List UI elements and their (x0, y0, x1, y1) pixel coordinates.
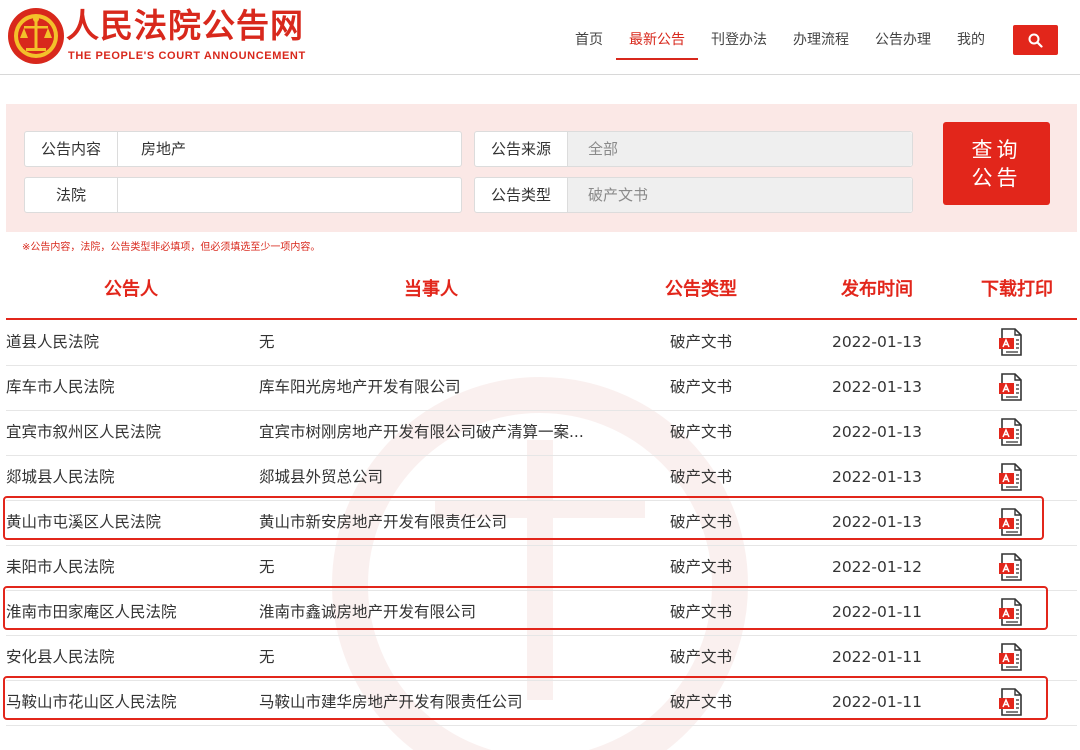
court-input[interactable] (141, 178, 453, 212)
row-type: 破产文书 (669, 693, 732, 711)
nav-mine[interactable]: 我的 (944, 0, 998, 74)
pdf-icon[interactable] (998, 508, 1024, 536)
row-court[interactable]: 淮南市田家庵区人民法院 (6, 590, 246, 635)
row-party[interactable]: 无 (259, 320, 609, 365)
row-party[interactable]: 马鞍山市建华房地产开发有限责任公司 (259, 680, 609, 725)
table-row[interactable]: 库车市人民法院 库车阳光房地产开发有限公司 破产文书 2022-01-13 (6, 365, 1077, 411)
table-row[interactable]: 郯城县人民法院 郯城县外贸总公司 破产文书 2022-01-13 (6, 455, 1077, 501)
table-row[interactable]: 耒阳市人民法院无 破产文书 2022-01-12 (6, 545, 1077, 591)
col-date: 发布时间 (841, 279, 913, 300)
pdf-icon[interactable] (998, 463, 1024, 491)
pdf-icon[interactable] (998, 373, 1024, 401)
content-label: 公告内容 (25, 132, 118, 166)
row-date: 2022-01-12 (831, 558, 923, 576)
row-type: 破产文书 (669, 558, 732, 576)
type-field: 公告类型 破产文书 (474, 177, 913, 213)
pdf-icon[interactable] (998, 643, 1024, 671)
row-date: 2022-01-13 (831, 378, 923, 396)
source-select[interactable]: 全部 (568, 132, 912, 166)
row-court[interactable]: 宜宾市叙州区人民法院 (6, 410, 246, 455)
row-party[interactable]: 无 (259, 635, 609, 680)
site-subtitle: THE PEOPLE'S COURT ANNOUNCEMENT (68, 50, 306, 62)
row-date: 2022-01-13 (831, 423, 923, 441)
source-label: 公告来源 (475, 132, 568, 166)
content-field: 公告内容 (24, 131, 462, 167)
row-date: 2022-01-11 (831, 693, 923, 711)
main-nav: 首页 最新公告 刊登办法 办理流程 公告办理 我的 (562, 0, 998, 74)
row-party[interactable]: 库车阳光房地产开发有限公司 (259, 365, 609, 410)
query-button[interactable]: 查询公告 (943, 122, 1050, 205)
court-emblem-icon[interactable] (6, 6, 66, 66)
top-header: 人民法院公告网 THE PEOPLE'S COURT ANNOUNCEMENT … (0, 0, 1080, 75)
row-party[interactable]: 宜宾市树刚房地产开发有限公司破产清算一案... (259, 410, 609, 455)
row-party[interactable]: 无 (259, 545, 609, 590)
nav-publish-method[interactable]: 刊登办法 (698, 0, 780, 74)
table-row[interactable]: 淮南市田家庵区人民法院 淮南市鑫诚房地产开发有限公司 破产文书 2022-01-11 (6, 590, 1077, 636)
row-court[interactable]: 安化县人民法院 (6, 635, 246, 680)
col-download: 下载打印 (981, 279, 1053, 300)
nav-process[interactable]: 办理流程 (780, 0, 862, 74)
table-header: 公告人 当事人 公告类型 发布时间 下载打印 (6, 268, 1077, 320)
table-row[interactable]: 黄山市屯溪区人民法院 黄山市新安房地产开发有限责任公司 破产文书 2022-01-13 (6, 500, 1077, 546)
row-type: 破产文书 (669, 378, 732, 396)
nav-handle[interactable]: 公告办理 (862, 0, 944, 74)
pdf-icon[interactable] (998, 328, 1024, 356)
nav-latest[interactable]: 最新公告 (616, 0, 698, 74)
site-title[interactable]: 人民法院公告网 (66, 6, 304, 46)
court-label: 法院 (25, 178, 118, 212)
row-date: 2022-01-11 (831, 648, 923, 666)
table-row[interactable]: 宜宾市叙州区人民法院 宜宾市树刚房地产开发有限公司破产清算一案... 破产文书 202… (6, 410, 1077, 456)
row-court[interactable]: 库车市人民法院 (6, 365, 246, 410)
row-court[interactable]: 郯城县人民法院 (6, 455, 246, 500)
row-court[interactable]: 黄山市屯溪区人民法院 (6, 500, 246, 545)
row-date: 2022-01-13 (831, 468, 923, 486)
row-type: 破产文书 (669, 513, 732, 531)
row-type: 破产文书 (669, 423, 732, 441)
row-type: 破产文书 (669, 648, 732, 666)
search-filter-panel: 公告内容 公告来源 全部 法院 公告类型 破产文书 查询公告 (6, 104, 1077, 232)
pdf-icon[interactable] (998, 418, 1024, 446)
row-type: 破产文书 (669, 603, 732, 621)
court-field: 法院 (24, 177, 462, 213)
pdf-icon[interactable] (998, 688, 1024, 716)
row-court[interactable]: 道县人民法院 (6, 320, 246, 365)
filter-note: ※公告内容，法院，公告类型非必填项，但必须填选至少一项内容。 (22, 242, 321, 253)
row-type: 破产文书 (669, 333, 732, 351)
row-party[interactable]: 淮南市鑫诚房地产开发有限公司 (259, 590, 609, 635)
table-row[interactable]: 安化县人民法院无 破产文书 2022-01-11 (6, 635, 1077, 681)
row-party[interactable]: 郯城县外贸总公司 (259, 455, 609, 500)
row-type: 破产文书 (669, 468, 732, 486)
row-court[interactable]: 耒阳市人民法院 (6, 545, 246, 590)
row-court[interactable]: 马鞍山市花山区人民法院 (6, 680, 246, 725)
search-icon (1028, 33, 1043, 48)
type-label: 公告类型 (475, 178, 568, 212)
nav-home[interactable]: 首页 (562, 0, 616, 74)
col-party: 当事人 (404, 279, 458, 300)
type-select[interactable]: 破产文书 (568, 178, 912, 212)
pdf-icon[interactable] (998, 553, 1024, 581)
header-search-button[interactable] (1013, 25, 1058, 55)
table-row[interactable]: 道县人民法院无 破产文书 2022-01-13 (6, 320, 1077, 366)
content-input[interactable] (141, 132, 453, 166)
row-date: 2022-01-13 (831, 333, 923, 351)
row-date: 2022-01-13 (831, 513, 923, 531)
row-date: 2022-01-11 (831, 603, 923, 621)
source-field: 公告来源 全部 (474, 131, 913, 167)
col-type: 公告类型 (665, 279, 737, 300)
col-announcer: 公告人 (104, 279, 158, 300)
pdf-icon[interactable] (998, 598, 1024, 626)
row-party[interactable]: 黄山市新安房地产开发有限责任公司 (259, 500, 609, 545)
query-button-label: 查询公告 (971, 137, 1022, 190)
table-row[interactable]: 马鞍山市花山区人民法院 马鞍山市建华房地产开发有限责任公司 破产文书 2022-01-… (6, 680, 1077, 726)
